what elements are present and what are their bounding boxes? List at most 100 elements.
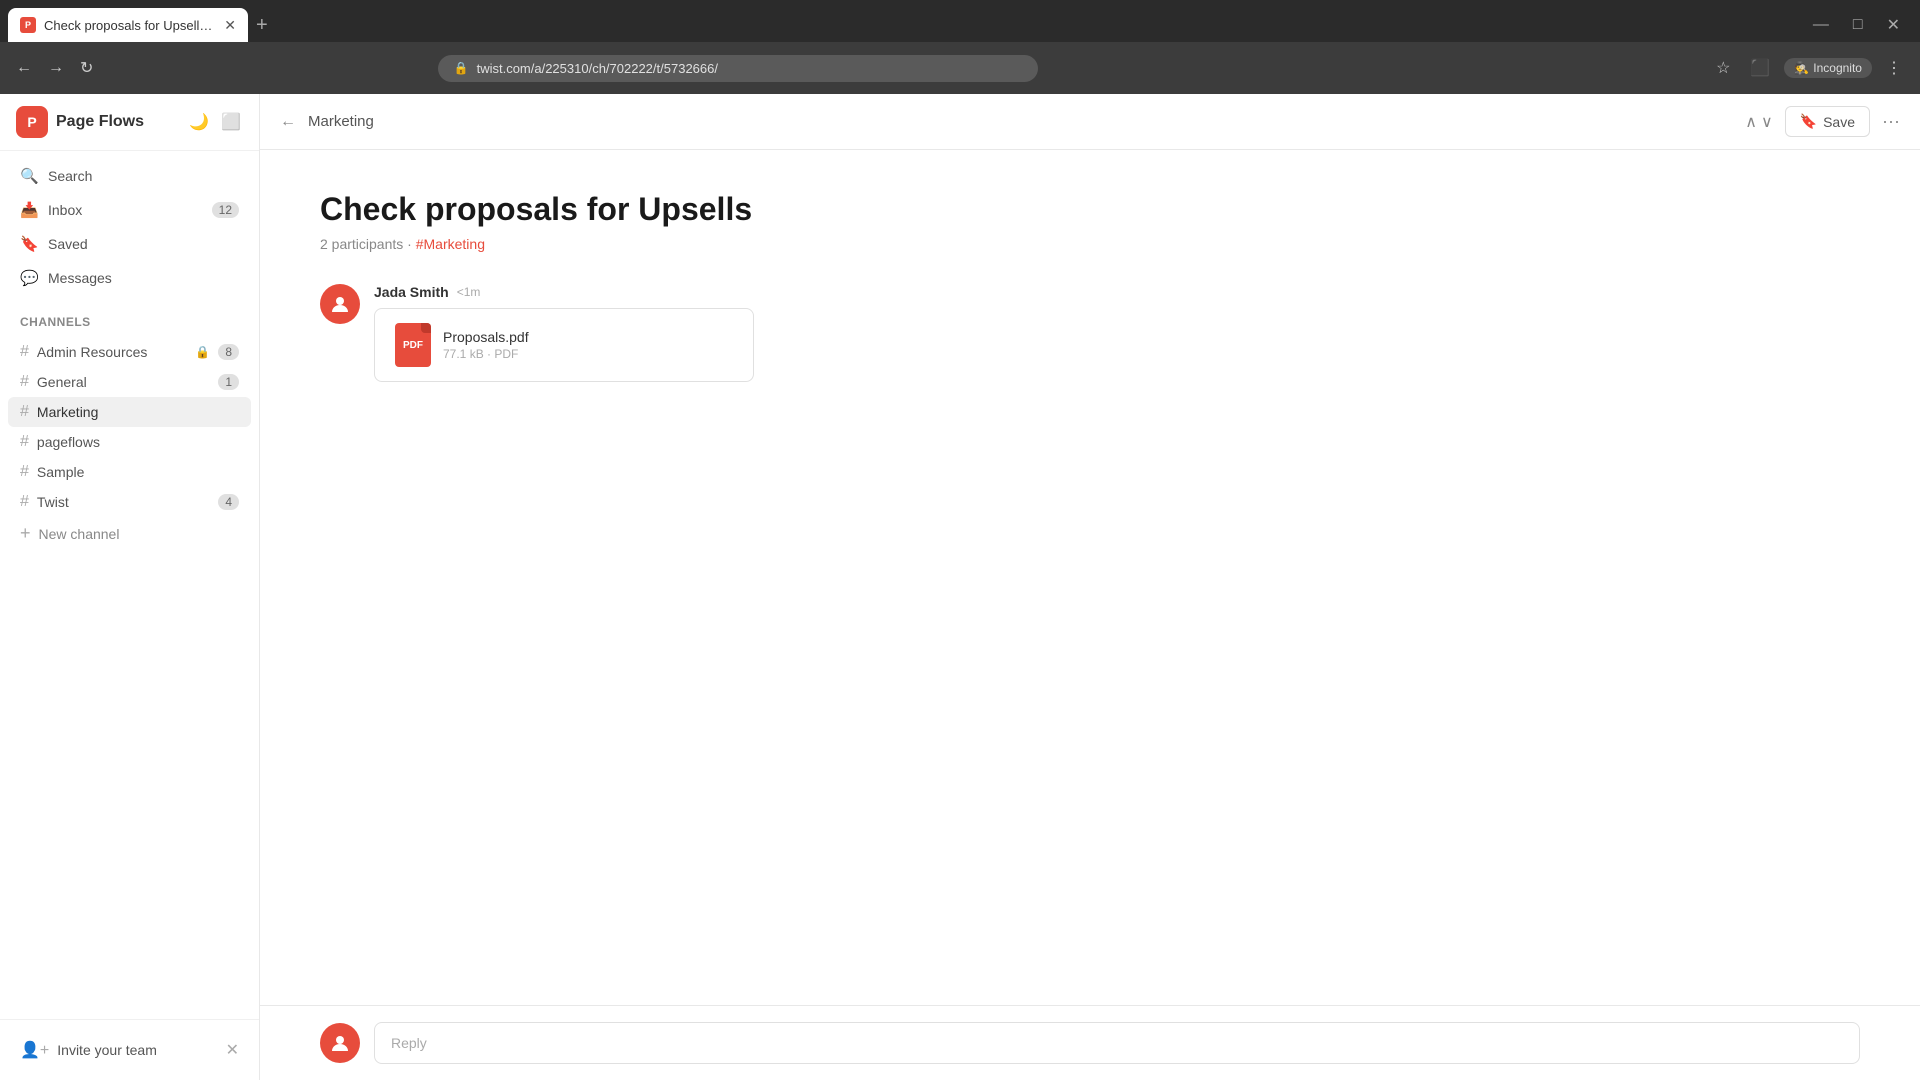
sidebar-header-actions: 🌙 ⬜ — [187, 110, 243, 134]
channel-name-marketing: Marketing — [37, 404, 239, 420]
breadcrumb: Marketing — [308, 113, 374, 130]
app-name: Page Flows — [56, 113, 179, 131]
channel-item-general[interactable]: # General 1 — [8, 367, 251, 397]
next-thread-button[interactable]: ∨ — [1761, 112, 1773, 132]
incognito-badge: 🕵 Incognito — [1784, 58, 1872, 78]
attachment-card[interactable]: PDF Proposals.pdf 77.1 kB · PDF — [374, 308, 754, 382]
messages-icon: 💬 — [20, 269, 38, 287]
channels-heading: Channels — [8, 311, 251, 337]
incognito-label: Incognito — [1813, 61, 1862, 75]
message-row: Jada Smith <1m PDF Proposals.pdf 77.1 kB… — [320, 284, 1860, 382]
save-label: Save — [1823, 114, 1855, 130]
menu-button[interactable]: ⋮ — [1880, 54, 1908, 82]
prev-thread-button[interactable]: ∧ — [1745, 112, 1757, 132]
bookmark-button[interactable]: ☆ — [1710, 54, 1736, 82]
general-badge: 1 — [218, 374, 239, 390]
invite-label: Invite your team — [57, 1042, 157, 1058]
more-options-button[interactable]: ··· — [1882, 111, 1900, 132]
attachment-name: Proposals.pdf — [443, 329, 529, 345]
minimize-button[interactable]: — — [1801, 11, 1841, 39]
lock-icon: 🔒 — [195, 345, 210, 359]
channel-item-admin-resources[interactable]: # Admin Resources 🔒 8 — [8, 337, 251, 367]
channel-name-admin: Admin Resources — [37, 344, 187, 360]
saved-icon: 🔖 — [20, 235, 38, 253]
ssl-icon: 🔒 — [454, 61, 469, 75]
refresh-button[interactable]: ↻ — [76, 54, 97, 82]
invite-icon: 👤+ — [20, 1040, 49, 1060]
sidebar: P Page Flows 🌙 ⬜ 🔍 Search 📥 Inbox 12 🔖 S… — [0, 94, 260, 1080]
new-tab-button[interactable]: + — [248, 14, 276, 37]
message-content: Jada Smith <1m PDF Proposals.pdf 77.1 kB… — [374, 284, 1860, 382]
channel-item-marketing[interactable]: # Marketing — [8, 397, 251, 427]
save-button[interactable]: 🔖 Save — [1785, 106, 1870, 137]
tab-close-button[interactable]: ✕ — [224, 17, 236, 34]
tab-bar: P Check proposals for Upsells · Pa... ✕ … — [0, 0, 1920, 42]
browser-chrome: P Check proposals for Upsells · Pa... ✕ … — [0, 0, 1920, 94]
channel-name-sample: Sample — [37, 464, 239, 480]
hash-icon: # — [20, 403, 29, 421]
sidebar-header: P Page Flows 🌙 ⬜ — [0, 94, 259, 151]
sidebar-item-messages[interactable]: 💬 Messages — [8, 261, 251, 295]
sidebar-messages-label: Messages — [48, 270, 112, 286]
top-bar: ← Marketing ∧ ∨ 🔖 Save ··· — [260, 94, 1920, 150]
thread-nav-arrows: ∧ ∨ — [1745, 112, 1772, 132]
bookmark-icon: 🔖 — [1800, 113, 1817, 130]
dismiss-invite-button[interactable]: ✕ — [226, 1040, 239, 1060]
reply-placeholder: Reply — [391, 1035, 427, 1051]
theme-toggle-button[interactable]: 🌙 — [187, 110, 211, 134]
sidebar-saved-label: Saved — [48, 236, 88, 252]
sidebar-toggle-button[interactable]: ⬜ — [219, 110, 243, 134]
sidebar-nav: 🔍 Search 📥 Inbox 12 🔖 Saved 💬 Messages — [0, 151, 259, 303]
pdf-icon: PDF — [395, 323, 431, 367]
hash-icon: # — [20, 463, 29, 481]
sidebar-footer: 👤+ Invite your team ✕ — [0, 1019, 259, 1080]
inbox-badge: 12 — [212, 202, 239, 218]
incognito-icon: 🕵 — [1794, 61, 1809, 75]
top-bar-actions: ∧ ∨ 🔖 Save ··· — [1745, 106, 1900, 137]
sidebar-item-saved[interactable]: 🔖 Saved — [8, 227, 251, 261]
sidebar-item-inbox[interactable]: 📥 Inbox 12 — [8, 193, 251, 227]
attachment-info: Proposals.pdf 77.1 kB · PDF — [443, 329, 529, 361]
sidebar-inbox-label: Inbox — [48, 202, 82, 218]
channel-name-twist: Twist — [37, 494, 210, 510]
forward-button[interactable]: → — [44, 55, 68, 81]
channel-name-pageflows: pageflows — [37, 434, 239, 450]
window-controls: — □ ✕ — [1801, 11, 1912, 39]
address-bar-container: ← → ↻ 🔒 twist.com/a/225310/ch/702222/t/5… — [0, 42, 1920, 94]
hash-icon: # — [20, 343, 29, 361]
invite-team-button[interactable]: 👤+ Invite your team ✕ — [8, 1032, 251, 1068]
channel-item-twist[interactable]: # Twist 4 — [8, 487, 251, 517]
channel-item-sample[interactable]: # Sample — [8, 457, 251, 487]
thread-container: Check proposals for Upsells 2 participan… — [260, 150, 1920, 1005]
message-sender: Jada Smith — [374, 284, 449, 300]
active-tab[interactable]: P Check proposals for Upsells · Pa... ✕ — [8, 8, 248, 42]
hash-icon: # — [20, 433, 29, 451]
close-window-button[interactable]: ✕ — [1875, 11, 1912, 39]
maximize-button[interactable]: □ — [1841, 11, 1875, 39]
sidebar-search-label: Search — [48, 168, 92, 184]
channel-tag-link[interactable]: #Marketing — [416, 236, 485, 252]
add-channel-button[interactable]: + New channel — [8, 517, 251, 550]
url-text: twist.com/a/225310/ch/702222/t/5732666/ — [477, 61, 718, 76]
reply-input[interactable]: Reply — [374, 1022, 1860, 1064]
thread-title: Check proposals for Upsells — [320, 190, 1860, 228]
attachment-meta: 77.1 kB · PDF — [443, 347, 529, 361]
sidebar-item-search[interactable]: 🔍 Search — [8, 159, 251, 193]
reply-avatar — [320, 1023, 360, 1063]
app-container: P Page Flows 🌙 ⬜ 🔍 Search 📥 Inbox 12 🔖 S… — [0, 94, 1920, 1080]
app-logo: P — [16, 106, 48, 138]
back-button[interactable]: ← — [12, 55, 36, 81]
hash-icon: # — [20, 493, 29, 511]
tab-favicon: P — [20, 17, 36, 33]
back-to-channel-button[interactable]: ← — [280, 113, 296, 131]
hash-icon: # — [20, 373, 29, 391]
avatar — [320, 284, 360, 324]
channel-name-general: General — [37, 374, 210, 390]
add-icon: + — [20, 523, 31, 544]
reply-area: Reply — [260, 1005, 1920, 1080]
url-bar[interactable]: 🔒 twist.com/a/225310/ch/702222/t/5732666… — [438, 55, 1038, 82]
channel-item-pageflows[interactable]: # pageflows — [8, 427, 251, 457]
thread-meta: 2 participants · #Marketing — [320, 236, 1860, 252]
browser-actions: ☆ ⬛ 🕵 Incognito ⋮ — [1710, 54, 1908, 82]
extension-button[interactable]: ⬛ — [1744, 54, 1776, 82]
